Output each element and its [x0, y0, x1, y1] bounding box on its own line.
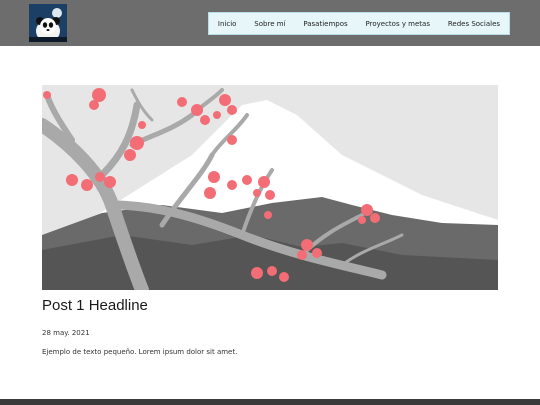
post-headline[interactable]: Post 1 Headline: [42, 297, 148, 314]
panda-avatar-icon[interactable]: [29, 4, 67, 42]
nav-item-redes-sociales[interactable]: Redes Sociales: [448, 20, 500, 28]
post-date: 28 may. 2021: [42, 329, 90, 337]
post-hero-image[interactable]: [35, 85, 498, 297]
nav-item-inicio[interactable]: Inicio: [218, 20, 237, 28]
post-excerpt: Ejemplo de texto pequeño. Lorem ipsum do…: [42, 348, 238, 356]
nav-item-proyectos-y-metas[interactable]: Proyectos y metas: [366, 20, 430, 28]
main-nav: Inicio Sobre mí Pasatiempos Proyectos y …: [208, 12, 510, 35]
mountain-cherry-blossom-illustration: [35, 85, 498, 297]
site-header: Inicio Sobre mí Pasatiempos Proyectos y …: [0, 0, 540, 46]
nav-item-pasatiempos[interactable]: Pasatiempos: [303, 20, 347, 28]
footer-bar: [0, 399, 540, 405]
nav-item-sobre-mi[interactable]: Sobre mí: [254, 20, 285, 28]
